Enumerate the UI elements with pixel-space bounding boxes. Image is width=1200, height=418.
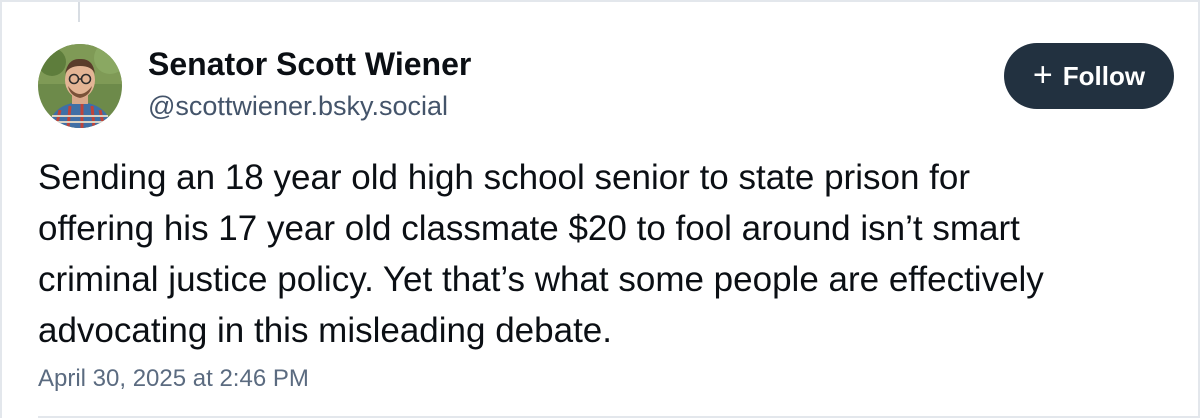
post-text-line: advocating in this misleading debate.: [38, 311, 612, 350]
author-handle[interactable]: @scottwiener.bsky.social: [148, 91, 448, 122]
post-text-line: Sending an 18 year old high school senio…: [38, 158, 970, 197]
follow-button[interactable]: + Follow: [1004, 43, 1174, 109]
post-text-line: offering his 17 year old classmate $20 t…: [38, 209, 1020, 248]
thread-line: [78, 2, 80, 22]
plus-icon: +: [1032, 56, 1053, 94]
avatar-image: [38, 44, 122, 128]
author-display-name[interactable]: Senator Scott Wiener: [148, 46, 471, 83]
follow-button-label: Follow: [1062, 60, 1146, 91]
post-timestamp[interactable]: April 30, 2025 at 2:46 PM: [38, 365, 309, 393]
post-text-line: criminal justice policy. Yet that’s what…: [38, 260, 1044, 299]
post-card: Senator Scott Wiener @scottwiener.bsky.s…: [0, 0, 1200, 418]
post-text: Sending an 18 year old high school senio…: [38, 152, 1178, 356]
avatar[interactable]: [38, 44, 122, 128]
